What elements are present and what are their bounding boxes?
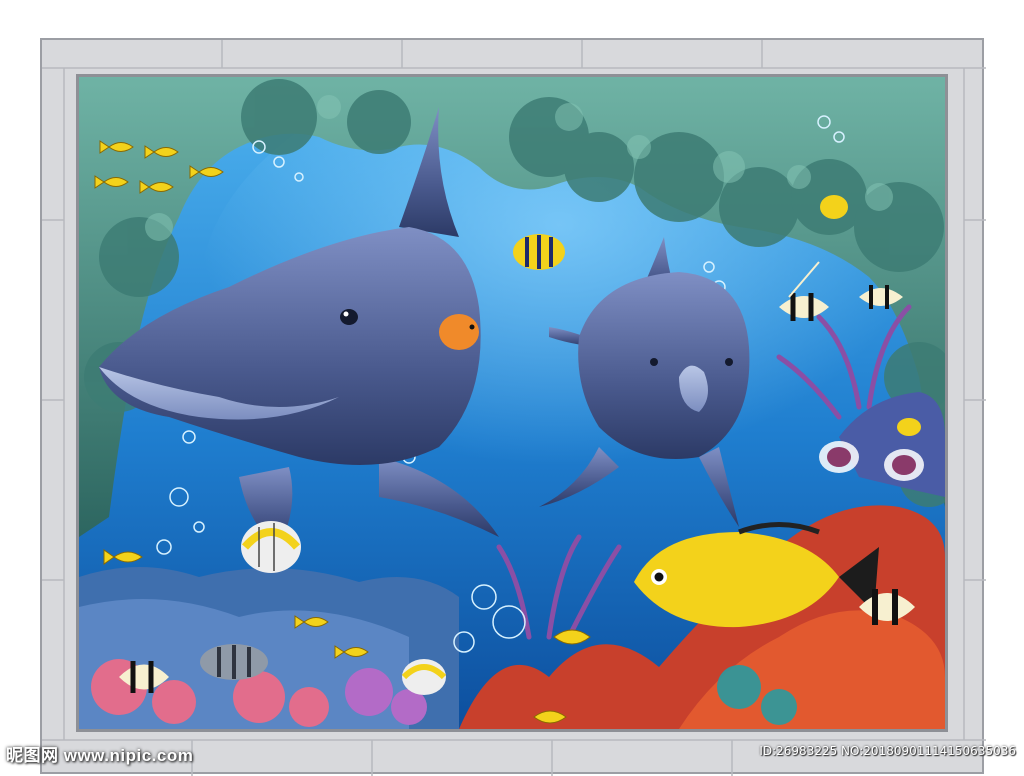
angelfish-striped [513,234,565,270]
image-id-caption: ID:26983225 NO:20180901114150635036 [759,744,1016,758]
watermark: 昵图网 www.nipic.com [6,746,194,765]
underwater-mural [76,74,948,732]
sergeant-fish [200,644,268,680]
orange-fish [439,314,479,350]
